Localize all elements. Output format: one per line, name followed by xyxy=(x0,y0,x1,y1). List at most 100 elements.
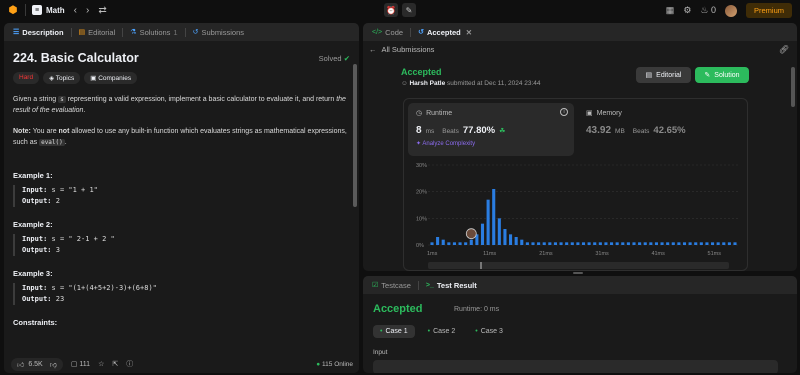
gear-icon[interactable]: ⚙ xyxy=(683,5,691,16)
tab-description[interactable]: ☰ Description xyxy=(10,28,67,37)
favorite-icon[interactable]: ☆ xyxy=(98,360,104,368)
test-result-status: Accepted xyxy=(373,303,423,315)
tab-solutions[interactable]: ⚗ Solutions 1 xyxy=(127,28,180,37)
y-tick-label: 20% xyxy=(416,190,427,196)
chart-bar xyxy=(553,242,557,245)
leaf-icon: ☘ xyxy=(499,128,506,135)
example-output: 23 xyxy=(55,295,65,303)
check-dot-icon: • xyxy=(427,328,431,335)
runtime-unit: ms xyxy=(425,128,435,135)
tab-testcase[interactable]: ☑ Testcase xyxy=(369,281,414,290)
problem-note: Note: You are not allowed to use any bui… xyxy=(13,126,350,148)
chart-bar xyxy=(480,223,485,245)
link-icon[interactable]: 🔗︎ xyxy=(779,45,789,54)
description-scrollbar[interactable] xyxy=(353,64,357,207)
tab-description-label: Description xyxy=(22,27,64,37)
runtime-card[interactable]: ◷ Runtime i 8 ms Beats 77.80% ☘ ✦ Analyze… xyxy=(408,103,574,156)
all-submissions-link[interactable]: ← All Submissions xyxy=(363,41,797,57)
runtime-beats-label: Beats xyxy=(442,128,459,135)
close-icon[interactable]: ✕ xyxy=(466,28,472,37)
chart-bar xyxy=(587,242,591,245)
chart-bar xyxy=(458,242,462,245)
submission-tabbar: </> Code ↺ Accepted ✕ xyxy=(363,23,797,41)
case-label: Case 2 xyxy=(433,328,456,335)
example-block: Input: s = "1 + 1" Output: 2 xyxy=(13,185,350,207)
tab-editorial[interactable]: ▤ Editorial xyxy=(76,28,119,37)
chart-bar xyxy=(542,242,546,245)
leetcode-logo[interactable]: ⬢ xyxy=(7,4,19,16)
panel-resize-handle[interactable] xyxy=(573,272,583,274)
info-icon[interactable]: i xyxy=(560,108,568,116)
tab-test-result[interactable]: >_ Test Result xyxy=(423,281,480,290)
chart-bar xyxy=(509,234,513,245)
chart-bar xyxy=(598,242,602,245)
chart-bar xyxy=(660,242,664,245)
note-emphasis: not xyxy=(58,128,70,135)
like-button[interactable]: 👍︎ 6.5K 👎︎ xyxy=(11,357,63,371)
comments-button[interactable]: ▢ 111 xyxy=(71,360,90,368)
problem-title[interactable]: 224. Basic Calculator xyxy=(13,51,139,65)
help-icon[interactable]: ⓘ xyxy=(126,359,133,369)
example-title: Example 1: xyxy=(13,171,53,180)
tab-submissions[interactable]: ↺ Submissions xyxy=(190,28,247,37)
output-label: Output: xyxy=(22,295,52,303)
x-tick-label: 51ms xyxy=(708,251,722,257)
avatar[interactable] xyxy=(724,4,737,17)
test-result-runtime: Runtime: 0 ms xyxy=(454,306,500,313)
case-label: Case 1 xyxy=(385,328,408,335)
tab-accepted[interactable]: ↺ Accepted ✕ xyxy=(415,28,475,37)
share-icon[interactable]: ⇱ xyxy=(112,360,118,368)
shuffle-icon[interactable]: ⇄ xyxy=(98,5,106,16)
chart-bar xyxy=(486,199,490,245)
next-problem-icon[interactable]: › xyxy=(86,5,89,16)
tab-editorial-label: Editorial xyxy=(88,27,116,37)
example-input: s = " 2-1 + 2 " xyxy=(51,235,115,243)
difficulty-badge[interactable]: Hard xyxy=(13,72,40,84)
case-label: Case 3 xyxy=(480,328,503,335)
x-tick-label: 1ms xyxy=(427,251,438,257)
example-output: 2 xyxy=(55,197,60,205)
chart-bar xyxy=(537,242,541,245)
chart-bar xyxy=(497,218,501,245)
tab-code[interactable]: </> Code xyxy=(369,28,406,37)
solution-button-label: Solution xyxy=(714,71,740,79)
runtime-distribution-chart[interactable]: 0% 10% 20% 30% 1ms 11ms 21ms 31ms 41ms 51ms xyxy=(404,159,749,271)
alarm-icon: ⏰ xyxy=(386,5,396,15)
case-tab[interactable]: • Case 1 xyxy=(373,325,415,338)
submission-scrollbar[interactable] xyxy=(791,67,795,107)
case-tab[interactable]: • Case 2 xyxy=(421,325,463,338)
problem-list-button[interactable]: ≡ Math xyxy=(32,5,65,15)
companies-badge[interactable]: ▣ Companies xyxy=(84,72,138,84)
document-icon: ☰ xyxy=(13,29,20,36)
topics-badge[interactable]: ◈ Topics xyxy=(43,72,81,84)
top-navbar: ⬢ ≡ Math ‹ › ⇄ ⏰ ✎ ▦ ⚙ ♨ 0 Premium xyxy=(0,0,800,20)
premium-button[interactable]: Premium xyxy=(745,3,792,18)
analyze-complexity-label: Analyze Complexity xyxy=(422,141,476,147)
notes-button[interactable]: ✎ xyxy=(402,3,416,17)
performance-stats: ◷ Runtime i 8 ms Beats 77.80% ☘ ✦ Analyze… xyxy=(403,98,748,271)
solution-button[interactable]: ✎ Solution xyxy=(695,67,749,83)
submission-time: submitted at Dec 11, 2024 23:44 xyxy=(447,80,541,87)
thumbs-down-icon: 👎︎ xyxy=(49,361,57,369)
input-label: Input xyxy=(373,349,388,356)
chart-bar xyxy=(621,242,625,245)
history-icon: ↺ xyxy=(192,29,199,36)
chart-bar xyxy=(525,242,529,245)
analyze-complexity-link[interactable]: ✦ Analyze Complexity xyxy=(416,140,566,147)
book-icon: ▤ xyxy=(78,29,86,36)
chart-bar xyxy=(565,242,569,245)
range-slider-track xyxy=(428,262,729,269)
example-block: Input: s = "(1+(4+5+2)-3)+(6+8)" Output:… xyxy=(13,283,350,305)
editorial-button[interactable]: ▤ Editorial xyxy=(636,67,691,83)
prev-problem-icon[interactable]: ‹ xyxy=(74,5,77,16)
layout-icon[interactable]: ▦ xyxy=(666,5,675,16)
timer-button[interactable]: ⏰ xyxy=(384,3,398,17)
submission-user[interactable]: Harsh Patle xyxy=(409,80,445,87)
chart-bar xyxy=(604,242,608,245)
chart-bar xyxy=(654,242,658,245)
memory-card[interactable]: ▣ Memory 43.92 MB Beats 42.65% xyxy=(582,103,742,156)
streak-counter[interactable]: ♨ 0 xyxy=(700,5,716,16)
constraints-title: Constraints: xyxy=(13,318,58,327)
case-tab[interactable]: • Case 3 xyxy=(468,325,510,338)
current-submission-marker xyxy=(465,228,477,240)
